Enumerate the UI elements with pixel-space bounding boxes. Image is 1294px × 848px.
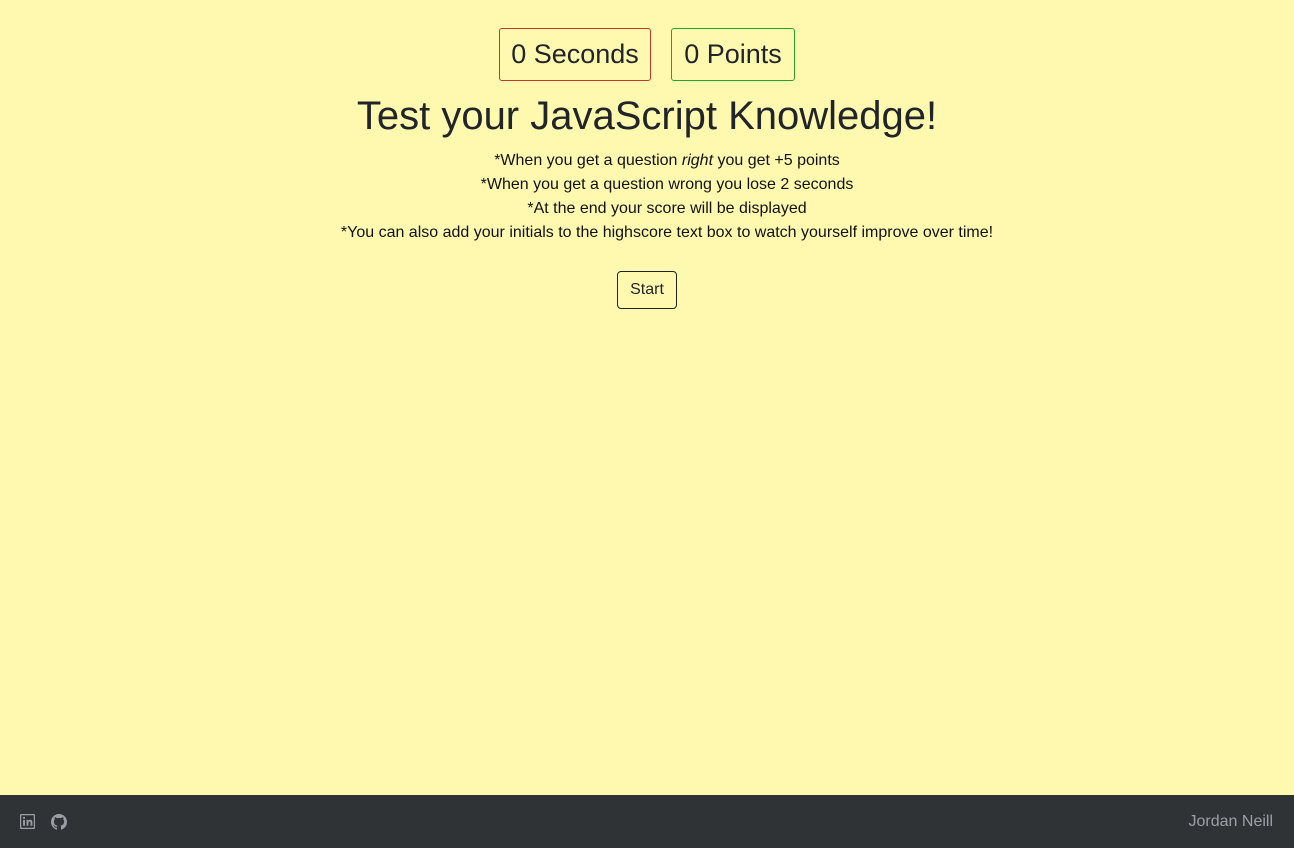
rule-line-1-start: *When you get a question xyxy=(494,152,682,169)
rule-line-4: *You can also add your initials to the h… xyxy=(340,224,994,241)
rule-line-2: *When you get a question wrong you lose … xyxy=(480,176,854,193)
rule-line-1: *When you get a question right you get +… xyxy=(0,149,1294,173)
start-button[interactable]: Start xyxy=(617,271,677,309)
page-title: Test your JavaScript Knowledge! xyxy=(356,94,938,138)
main-content: 0 Seconds 0 Points Test your JavaScript … xyxy=(0,0,1294,795)
start-container: Start xyxy=(0,271,1294,309)
rule-line-1-emphasis: right xyxy=(681,152,714,169)
rule-line-1-end: you get +5 points xyxy=(713,152,840,169)
footer: Jordan Neill xyxy=(0,795,1294,848)
stats-bar: 0 Seconds 0 Points xyxy=(0,28,1294,81)
points-counter: 0 Points xyxy=(671,28,795,81)
seconds-counter: 0 Seconds xyxy=(499,28,651,81)
author-name: Jordan Neill xyxy=(1188,813,1273,830)
footer-social-links xyxy=(19,813,67,830)
linkedin-icon[interactable] xyxy=(19,813,36,830)
github-icon[interactable] xyxy=(51,814,67,830)
rule-line-3: *At the end your score will be displayed xyxy=(527,200,807,217)
rules-list: *When you get a question right you get +… xyxy=(0,149,1294,245)
